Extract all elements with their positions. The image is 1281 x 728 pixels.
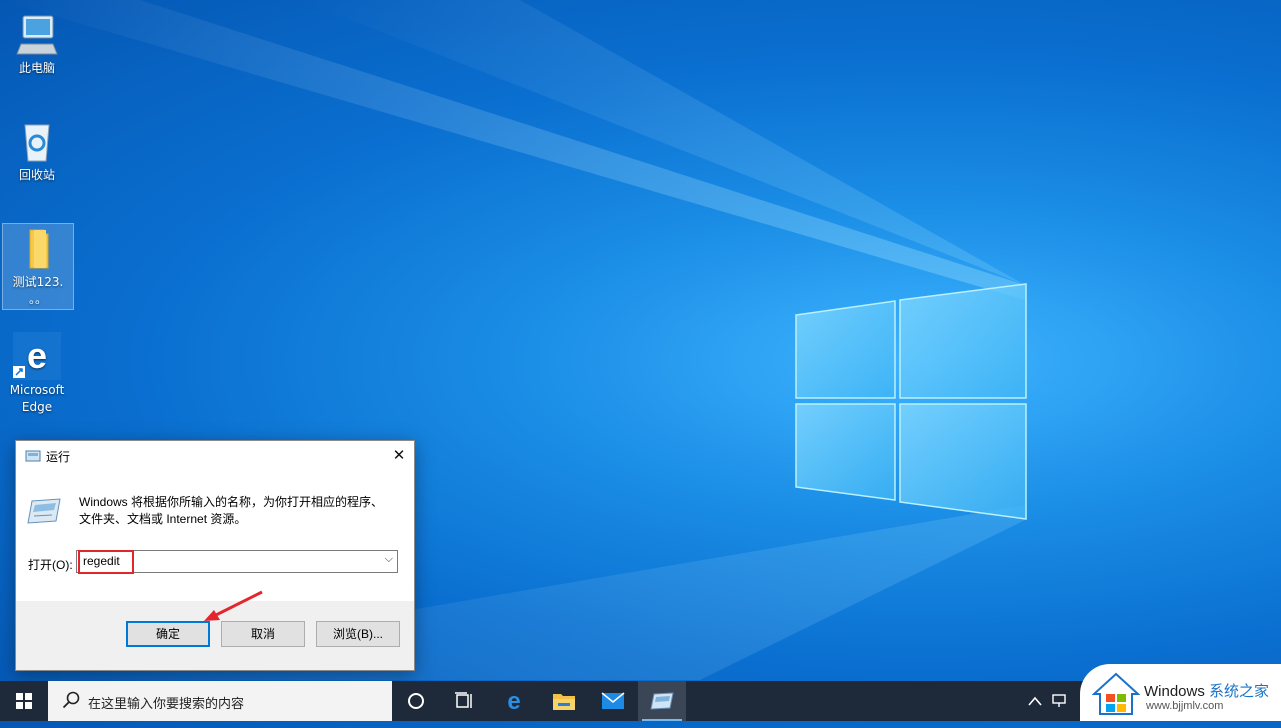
file-explorer-icon xyxy=(553,694,575,710)
start-button[interactable] xyxy=(0,681,48,721)
network-icon xyxy=(1052,694,1066,707)
watermark-url: www.bjjmlv.com xyxy=(1146,700,1224,712)
taskbar-edge[interactable]: e xyxy=(490,681,538,721)
edge-icon: e xyxy=(507,688,520,715)
desktop-icon-label-line2: 。。 xyxy=(28,292,47,306)
watermark-title: Windows 系统之家 xyxy=(1144,680,1269,701)
run-icon xyxy=(25,449,41,463)
taskbar-search-box[interactable]: 在这里输入你要搜索的内容 xyxy=(48,681,392,721)
dialog-body: Windows 将根据你所输入的名称，为你打开相应的程序、 文件夹、文档或 In… xyxy=(16,471,414,601)
desktop-icon-folder[interactable]: 测试123. 。。 xyxy=(2,223,74,310)
computer-icon xyxy=(13,10,61,58)
svg-text:e: e xyxy=(507,689,520,713)
desktop-icon-label: 回收站 xyxy=(18,168,55,182)
open-label: 打开(O): xyxy=(28,558,73,572)
run-program-icon xyxy=(26,495,62,527)
taskbar-run[interactable] xyxy=(638,681,686,721)
cortana-button[interactable] xyxy=(392,681,440,721)
dialog-title: 运行 xyxy=(46,450,71,464)
task-view-icon xyxy=(455,692,472,708)
desktop-icon-label: Microsoft xyxy=(9,383,65,397)
dialog-description: Windows 将根据你所输入的名称，为你打开相应的程序、 文件夹、文档或 In… xyxy=(79,494,399,528)
watermark: Windows 系统之家 www.bjjmlv.com xyxy=(1080,664,1281,721)
highlight-box xyxy=(78,550,134,574)
mail-icon xyxy=(601,692,625,709)
search-placeholder: 在这里输入你要搜索的内容 xyxy=(88,697,245,712)
recycle-bin-icon xyxy=(13,117,61,165)
dialog-titlebar[interactable]: 运行 ✕ xyxy=(16,441,414,471)
windows-start-icon xyxy=(16,693,32,709)
edge-icon: e xyxy=(13,332,61,380)
chevron-down-icon[interactable]: ⌵ xyxy=(385,553,393,566)
svg-text:e: e xyxy=(27,335,47,376)
ok-button[interactable]: 确定 xyxy=(126,621,210,647)
desktop-icon-label: 测试123. xyxy=(12,275,64,289)
tray-network[interactable] xyxy=(1052,681,1068,721)
browse-button[interactable]: 浏览(B)... xyxy=(316,621,400,647)
folder-icon xyxy=(14,224,62,272)
cancel-button[interactable]: 取消 xyxy=(221,621,305,647)
close-button[interactable]: ✕ xyxy=(384,441,414,471)
run-dialog: 运行 ✕ Windows 将根据你所输入的名称，为你打开相应的程序、 文件夹、文… xyxy=(15,440,415,671)
tray-overflow[interactable] xyxy=(1028,681,1042,721)
windows-logo-icon xyxy=(1092,672,1140,715)
chevron-up-icon xyxy=(1028,696,1042,706)
watermark-brand-cn: 系统之家 xyxy=(1209,683,1270,700)
taskbar-mail[interactable] xyxy=(589,681,637,721)
description-line2: 文件夹、文档或 Internet 资源。 xyxy=(79,512,247,526)
desktop-icon-label-line2: Edge xyxy=(21,400,53,414)
desktop-icon-edge[interactable]: e Microsoft Edge xyxy=(2,332,72,416)
cortana-circle-icon xyxy=(408,693,424,709)
taskbar-file-explorer[interactable] xyxy=(540,681,588,721)
search-icon xyxy=(62,691,80,709)
run-icon xyxy=(650,692,674,710)
description-line1: Windows 将根据你所输入的名称，为你打开相应的程序、 xyxy=(79,495,384,509)
annotation-arrow-icon xyxy=(204,590,263,621)
watermark-brand: Windows xyxy=(1144,683,1205,700)
task-view-button[interactable] xyxy=(440,681,488,721)
desktop-icon-this-pc[interactable]: 此电脑 xyxy=(2,10,72,77)
desktop-icon-recycle-bin[interactable]: 回收站 xyxy=(2,117,72,184)
desktop-icon-label: 此电脑 xyxy=(18,61,55,75)
